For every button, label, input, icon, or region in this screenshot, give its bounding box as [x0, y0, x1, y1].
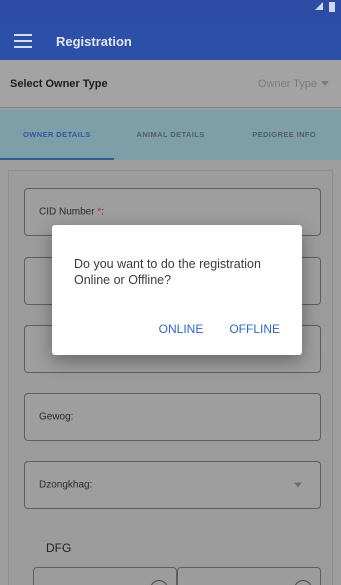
dialog-actions: ONLINE OFFLINE	[159, 322, 280, 336]
offline-button[interactable]: OFFLINE	[229, 322, 280, 336]
dialog-message: Do you want to do the registration Onlin…	[74, 257, 261, 287]
online-button[interactable]: ONLINE	[159, 322, 204, 336]
mode-dialog: Do you want to do the registration Onlin…	[52, 225, 302, 355]
